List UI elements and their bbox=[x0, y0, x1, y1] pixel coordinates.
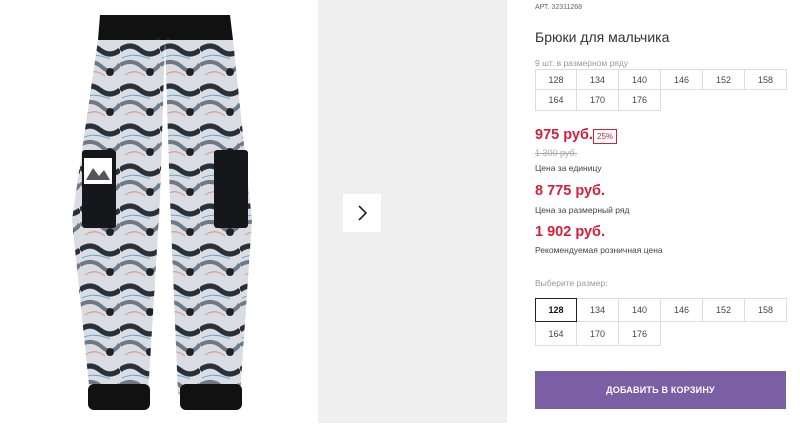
size-option[interactable]: 164 bbox=[535, 322, 577, 346]
size-option[interactable]: 140 bbox=[619, 298, 661, 322]
discount-badge: 25% bbox=[593, 129, 618, 144]
size-option[interactable]: 170 bbox=[577, 322, 619, 346]
size-range-cell: 134 bbox=[577, 69, 619, 90]
article-prefix: АРТ. bbox=[535, 4, 550, 11]
size-range-cell: 176 bbox=[619, 90, 661, 111]
size-range-cell: 164 bbox=[535, 90, 577, 111]
retail-price: 1 902 руб. bbox=[535, 224, 606, 240]
range-price: 8 775 руб. bbox=[535, 183, 606, 199]
chevron-right-icon bbox=[358, 205, 368, 221]
product-gallery bbox=[0, 0, 507, 423]
size-option[interactable]: 152 bbox=[703, 298, 745, 322]
retail-price-label: Рекомендуемая розничная цена bbox=[535, 245, 663, 255]
size-select-grid: 128 134 140 146 152 158 164 170 176 bbox=[535, 298, 787, 346]
size-range-label: 9 шт. в размерном ряду bbox=[535, 58, 629, 68]
gallery-next-button[interactable] bbox=[343, 194, 381, 232]
unit-price-label: Цена за единицу bbox=[535, 163, 602, 173]
size-range-cell: 128 bbox=[535, 69, 577, 90]
size-option-selected[interactable]: 128 bbox=[535, 298, 577, 322]
size-range-cell: 152 bbox=[703, 69, 745, 90]
size-option[interactable]: 158 bbox=[745, 298, 787, 322]
size-range-cell: 140 bbox=[619, 69, 661, 90]
size-range-cell: 146 bbox=[661, 69, 703, 90]
product-image bbox=[0, 0, 318, 423]
add-to-cart-button[interactable]: ДОБАВИТЬ В КОРЗИНУ bbox=[535, 371, 786, 409]
size-option[interactable]: 146 bbox=[661, 298, 703, 322]
pants-illustration bbox=[72, 15, 252, 410]
size-range-cell: 158 bbox=[745, 69, 787, 90]
article-number: АРТ. 32311268 bbox=[535, 4, 582, 11]
size-option[interactable]: 134 bbox=[577, 298, 619, 322]
product-info: АРТ. 32311268 Брюки для мальчика 9 шт. в… bbox=[535, 0, 800, 423]
size-range-cell: 170 bbox=[577, 90, 619, 111]
size-range-grid: 128 134 140 146 152 158 164 170 176 bbox=[535, 69, 787, 111]
size-option[interactable]: 176 bbox=[619, 322, 661, 346]
old-price: 1 300 руб. bbox=[535, 148, 578, 158]
range-price-label: Цена за размерный ряд bbox=[535, 205, 630, 215]
unit-price: 975 руб. bbox=[535, 127, 593, 143]
product-title: Брюки для мальчика bbox=[535, 29, 670, 45]
article-value: 32311268 bbox=[551, 4, 583, 11]
size-select-label: Выберите размер: bbox=[535, 278, 608, 288]
